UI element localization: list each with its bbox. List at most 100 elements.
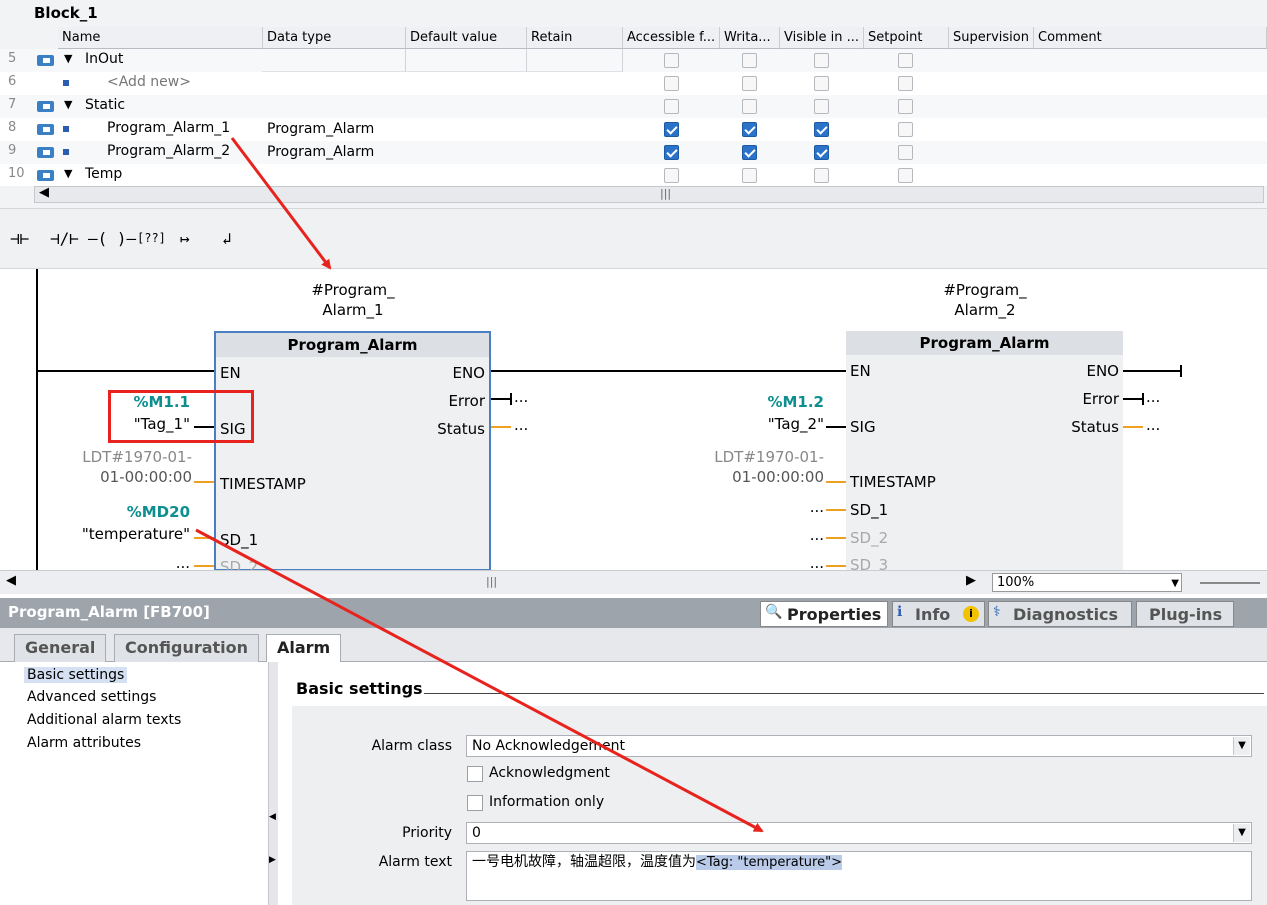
scroll-right-icon[interactable]: ▶	[966, 573, 976, 588]
port-sd3[interactable]: SD_3	[850, 556, 888, 570]
tab-general[interactable]: General	[14, 634, 107, 662]
col-header-writable[interactable]: Writa...	[720, 27, 780, 49]
checkbox-visible[interactable]	[814, 99, 829, 114]
alarm-text-input[interactable]: 一号电机故障，轴温超限，温度值为<Tag: "temperature">	[466, 851, 1252, 901]
zoom-slider[interactable]	[1200, 582, 1260, 584]
port-sd2[interactable]: SD_2	[220, 558, 258, 570]
checkbox-accessible[interactable]	[664, 53, 679, 68]
port-sd1[interactable]: SD_1	[220, 531, 258, 549]
chevron-down-icon[interactable]: ▼	[1233, 824, 1250, 842]
port-en[interactable]: EN	[850, 362, 871, 380]
coil-icon[interactable]: –( )–	[88, 229, 136, 248]
port-timestamp[interactable]: TIMESTAMP	[220, 475, 306, 493]
alarm-class-select[interactable]: No Acknowledgement ▼	[466, 735, 1252, 757]
tab-diagnostics[interactable]: ⚕ Diagnostics	[988, 601, 1132, 627]
sd1-address[interactable]: %MD20	[90, 503, 190, 521]
port-sig[interactable]: SIG	[850, 418, 876, 436]
checkbox-visible[interactable]	[814, 145, 829, 160]
empty-box-icon[interactable]: [??]	[137, 231, 166, 245]
tab-properties[interactable]: 🔍 Properties	[760, 601, 888, 627]
checkbox-writable[interactable]	[742, 145, 757, 160]
checkbox-writable[interactable]	[742, 99, 757, 114]
nav-alarm-attributes[interactable]: Alarm attributes	[27, 735, 141, 751]
port-error[interactable]: Error	[448, 392, 485, 410]
contact-nc-icon[interactable]: ⊣/⊢	[50, 229, 79, 248]
col-header-visible[interactable]: Visible in ...	[780, 27, 864, 49]
checkbox-setpoint[interactable]	[898, 53, 913, 68]
checkbox-setpoint[interactable]	[898, 168, 913, 183]
checkbox-visible[interactable]	[814, 76, 829, 91]
row-datatype[interactable]: Program_Alarm	[267, 144, 374, 160]
port-status[interactable]: Status	[1071, 418, 1119, 436]
port-sd1[interactable]: SD_1	[850, 501, 888, 519]
checkbox-setpoint[interactable]	[898, 122, 913, 137]
nav-additional-alarm-texts[interactable]: Additional alarm texts	[27, 712, 181, 728]
col-header-setpoint[interactable]: Setpoint	[864, 27, 949, 49]
port-error[interactable]: Error	[1082, 390, 1119, 408]
scroll-grip-icon[interactable]: |||	[486, 575, 497, 588]
scroll-left-icon[interactable]: ◀	[39, 185, 49, 200]
information-only-checkbox[interactable]	[467, 795, 483, 811]
table-row[interactable]: 7 ▼ Static	[0, 95, 1267, 118]
checkbox-writable[interactable]	[742, 122, 757, 137]
nav-advanced-settings[interactable]: Advanced settings	[27, 689, 156, 705]
tab-plugins[interactable]: Plug-ins	[1136, 601, 1234, 627]
program-alarm-block-1[interactable]: Program_Alarm EN ENO Error Status SIG TI…	[214, 331, 491, 570]
status-dots[interactable]: ...	[514, 416, 528, 434]
table-horizontal-scrollbar[interactable]: ◀ |||	[34, 185, 1264, 203]
port-sd2[interactable]: SD_2	[850, 529, 888, 547]
error-dots[interactable]: ...	[1146, 388, 1160, 406]
port-eno[interactable]: ENO	[452, 364, 485, 382]
contact-no-icon[interactable]: ⊣⊢	[10, 229, 29, 248]
row-datatype[interactable]: Program_Alarm	[267, 121, 374, 137]
add-new-placeholder[interactable]: <Add new>	[107, 74, 191, 90]
checkbox-accessible[interactable]	[664, 168, 679, 183]
col-header-datatype[interactable]: Data type	[263, 27, 406, 49]
scroll-grip-icon[interactable]: |||	[660, 187, 671, 200]
port-en[interactable]: EN	[220, 364, 241, 382]
tab-alarm[interactable]: Alarm	[266, 634, 342, 663]
col-header-supervision[interactable]: Supervision	[949, 27, 1034, 49]
timestamp-value-line1[interactable]: LDT#1970-01-	[40, 448, 192, 466]
row-name[interactable]: InOut	[85, 51, 123, 67]
checkbox-writable[interactable]	[742, 53, 757, 68]
checkbox-accessible[interactable]	[664, 99, 679, 114]
row-name[interactable]: Static	[85, 97, 125, 113]
table-row[interactable]: 9 Program_Alarm_2 Program_Alarm	[0, 141, 1267, 164]
table-row[interactable]: 5 ▼ InOut	[0, 49, 1267, 72]
checkbox-accessible[interactable]	[664, 122, 679, 137]
col-header-retain[interactable]: Retain	[527, 27, 623, 49]
timestamp-value-line2[interactable]: 01-00:00:00	[40, 468, 192, 486]
row-name[interactable]: Program_Alarm_2	[107, 143, 230, 159]
tab-configuration[interactable]: Configuration	[114, 634, 260, 662]
close-branch-icon[interactable]: ↲	[222, 229, 232, 248]
col-header-default[interactable]: Default value	[406, 27, 527, 49]
checkbox-visible[interactable]	[814, 122, 829, 137]
error-dots[interactable]: ...	[514, 388, 528, 406]
checkbox-accessible[interactable]	[664, 145, 679, 160]
checkbox-visible[interactable]	[814, 168, 829, 183]
port-eno[interactable]: ENO	[1086, 362, 1119, 380]
collapse-left-icon[interactable]: ◀	[269, 812, 276, 822]
open-branch-icon[interactable]: ↦	[180, 229, 190, 248]
priority-select[interactable]: 0 ▼	[466, 822, 1252, 844]
table-row[interactable]: 6 <Add new>	[0, 72, 1267, 95]
scroll-left-icon[interactable]: ◀	[6, 573, 16, 588]
sd3-dots[interactable]: ...	[784, 554, 824, 570]
port-status[interactable]: Status	[437, 420, 485, 438]
timestamp-value-line2[interactable]: 01-00:00:00	[672, 468, 824, 486]
sd2-dots[interactable]: ...	[784, 526, 824, 544]
sd2-dots[interactable]: ...	[150, 554, 190, 570]
row-name[interactable]: Program_Alarm_1	[107, 120, 230, 136]
expand-triangle-icon[interactable]: ▼	[64, 167, 72, 180]
checkbox-accessible[interactable]	[664, 76, 679, 91]
program-alarm-block-2[interactable]: Program_Alarm EN ENO Error Status SIG TI…	[846, 331, 1123, 570]
alarm-text-tag[interactable]: <Tag: "temperature">	[696, 855, 842, 870]
zoom-select[interactable]: 100% ▼	[992, 573, 1182, 592]
expand-triangle-icon[interactable]: ▼	[64, 52, 72, 65]
table-row[interactable]: 10 ▼ Temp	[0, 164, 1267, 186]
col-header-name[interactable]: Name	[58, 27, 263, 49]
expand-triangle-icon[interactable]: ▼	[64, 98, 72, 111]
col-header-accessible[interactable]: Accessible f...	[623, 27, 720, 49]
table-row[interactable]: 8 Program_Alarm_1 Program_Alarm	[0, 118, 1267, 141]
